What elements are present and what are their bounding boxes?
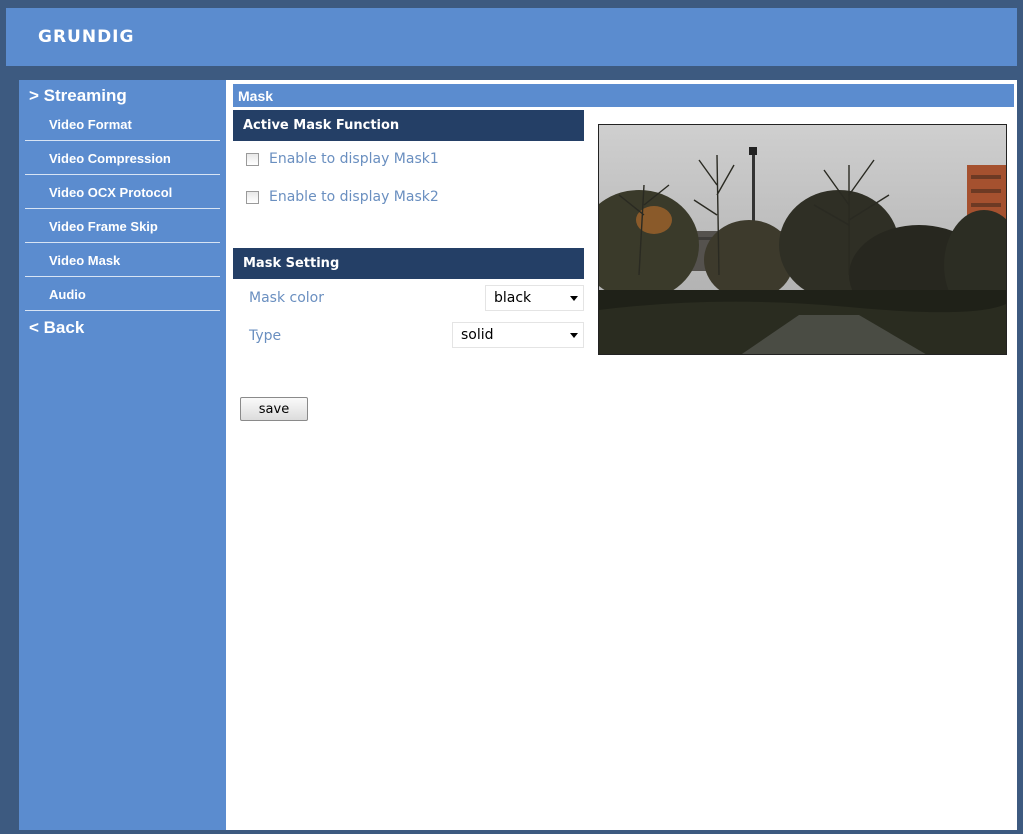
mask1-row[interactable]: Enable to display Mask1: [246, 151, 439, 167]
sidebar-item-label: Audio: [49, 287, 86, 302]
sidebar-divider: [25, 140, 220, 141]
page-title: Mask: [233, 84, 1014, 107]
header-bar: GRUNDIG: [6, 8, 1017, 66]
grundig-logo: GRUNDIG: [38, 27, 135, 47]
mask2-row[interactable]: Enable to display Mask2: [246, 189, 439, 205]
mask-color-select[interactable]: black: [485, 285, 584, 311]
sidebar-divider: [25, 174, 220, 175]
sidebar: > Streaming Video Format Video Compressi…: [19, 80, 226, 830]
sidebar-item-label: Video Compression: [49, 151, 171, 166]
sidebar-item-audio[interactable]: Audio: [25, 278, 220, 311]
sidebar-divider: [25, 276, 220, 277]
sidebar-divider: [25, 310, 220, 311]
chevron-down-icon: [570, 296, 578, 301]
video-preview: [598, 124, 1007, 355]
sidebar-item-label: Video Frame Skip: [49, 219, 158, 234]
sidebar-item-label: Video Mask: [49, 253, 121, 268]
sidebar-section-streaming[interactable]: > Streaming: [29, 86, 127, 106]
sidebar-item-video-format[interactable]: Video Format: [25, 108, 220, 141]
mask-color-value: black: [494, 290, 532, 306]
type-value: solid: [461, 327, 494, 343]
mask2-checkbox[interactable]: [246, 190, 259, 204]
chevron-down-icon: [570, 333, 578, 338]
mask2-label[interactable]: Enable to display Mask2: [269, 189, 439, 205]
mask1-checkbox[interactable]: [246, 152, 259, 166]
save-button[interactable]: save: [240, 397, 308, 421]
sidebar-item-video-frame-skip[interactable]: Video Frame Skip: [25, 210, 220, 243]
sidebar-item-video-mask[interactable]: Video Mask: [25, 244, 220, 277]
mask-color-label: Mask color: [249, 290, 324, 306]
mask-setting-heading: Mask Setting: [233, 248, 584, 279]
sidebar-item-label: Video Format: [49, 117, 132, 132]
active-mask-heading: Active Mask Function: [233, 110, 584, 141]
type-label: Type: [249, 328, 282, 344]
sidebar-divider: [25, 208, 220, 209]
sidebar-item-video-compression[interactable]: Video Compression: [25, 142, 220, 175]
type-select[interactable]: solid: [452, 322, 584, 348]
camera-scene-image: [599, 125, 1006, 354]
sidebar-divider: [25, 242, 220, 243]
page-frame: GRUNDIG > Streaming Video Format Video C…: [0, 0, 1023, 834]
sidebar-item-label: Video OCX Protocol: [49, 185, 173, 200]
mask1-label[interactable]: Enable to display Mask1: [269, 151, 439, 167]
sidebar-back-link[interactable]: < Back: [29, 318, 84, 338]
sidebar-item-video-ocx-protocol[interactable]: Video OCX Protocol: [25, 176, 220, 209]
main-content: Mask Active Mask Function Enable to disp…: [226, 80, 1017, 830]
